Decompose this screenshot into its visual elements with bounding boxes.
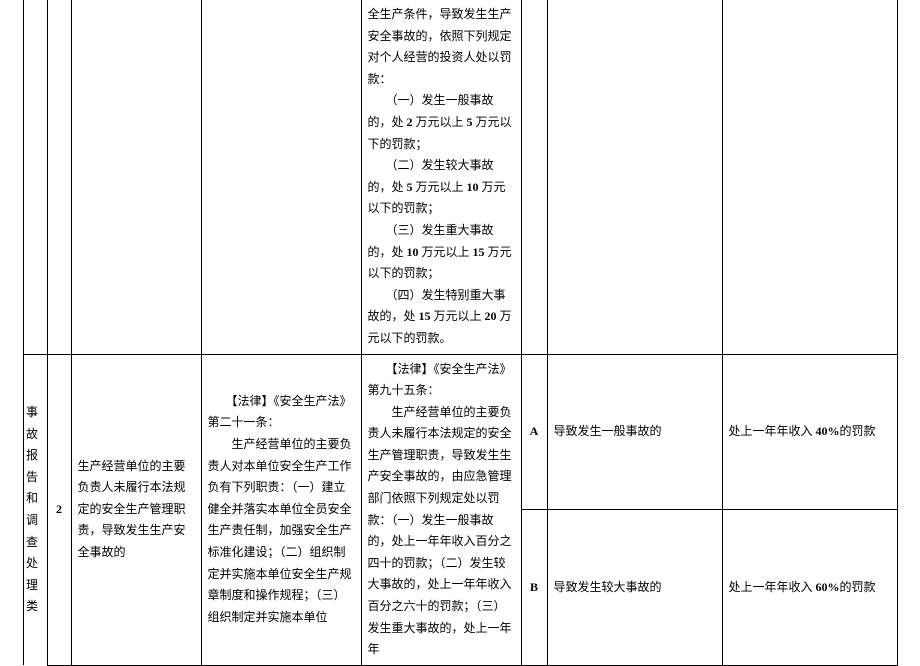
law2-continuation: 全生产条件，导致发生生产安全事故的，依照下列规定对个人经营的投资人处以罚款： （… <box>361 0 521 354</box>
situation-cell-empty <box>547 0 722 354</box>
table-row: 事故报告和调查处理类 2 生产经营单位的主要负责人未履行本法规定的安全生产管理职… <box>23 354 897 510</box>
law1-cell-empty <box>201 0 361 354</box>
penalty-text: 处上一年年收入 60%的罚款 <box>722 510 897 666</box>
level-code: B <box>521 510 547 666</box>
regulation-table: 全生产条件，导致发生生产安全事故的，依照下列规定对个人经营的投资人处以罚款： （… <box>23 0 898 666</box>
law-basis-1: 【法律】《安全生产法》第二十一条： 生产经营单位的主要负责人对本单位安全生产工作… <box>201 354 361 665</box>
situation-text: 导致发生较大事故的 <box>547 510 722 666</box>
table-row: 全生产条件，导致发生生产安全事故的，依照下列规定对个人经营的投资人处以罚款： （… <box>23 0 897 354</box>
penalty-cell-empty <box>722 0 897 354</box>
situation-text: 导致发生一般事故的 <box>547 354 722 510</box>
row-number: 2 <box>47 354 71 665</box>
category-label: 事故报告和调查处理类 <box>26 405 44 613</box>
level-code: A <box>521 354 547 510</box>
category-cell-empty <box>23 0 47 354</box>
category-cell: 事故报告和调查处理类 <box>23 354 47 665</box>
penalty-text: 处上一年年收入 40%的罚款 <box>722 354 897 510</box>
violation-description: 生产经营单位的主要负责人未履行本法规定的安全生产管理职责，导致发生生产安全事故的 <box>71 354 201 665</box>
level-cell-empty <box>521 0 547 354</box>
law-basis-2: 【法律】《安全生产法》第九十五条： 生产经营单位的主要负责人未履行本法规定的安全… <box>361 354 521 665</box>
law2-text-continuation: 全生产条件，导致发生生产安全事故的，依照下列规定对个人经营的投资人处以罚款： （… <box>368 7 512 345</box>
num-cell-empty <box>47 0 71 354</box>
desc-cell-empty <box>71 0 201 354</box>
